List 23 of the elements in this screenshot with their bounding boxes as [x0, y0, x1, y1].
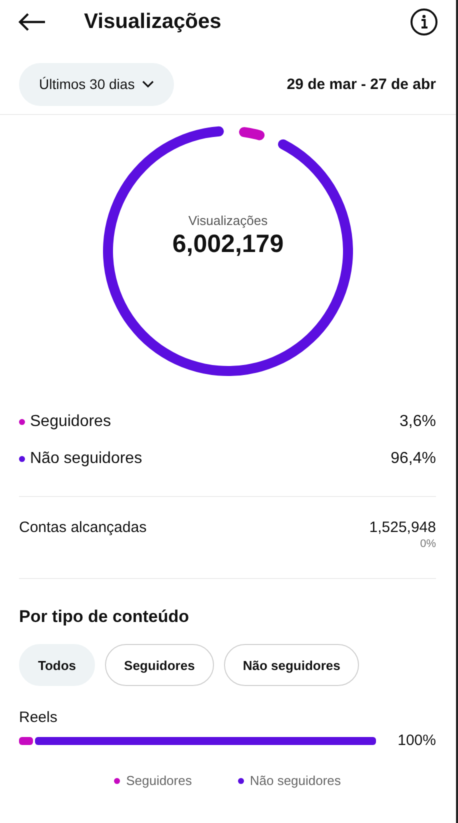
legend-value: 3,6% [400, 413, 436, 431]
legend-label: Seguidores [30, 413, 111, 431]
chevron-down-icon [142, 80, 154, 88]
filter-chip[interactable]: Não seguidores [224, 644, 360, 686]
legend-label: Não seguidores [250, 773, 341, 788]
page-title: Visualizações [84, 10, 222, 34]
section-heading: Por tipo de conteúdo [19, 607, 190, 627]
reach-label: Contas alcançadas [19, 519, 147, 538]
bar-value: 100% [398, 732, 436, 749]
reach-value: 1,525,948 [369, 519, 436, 536]
period-dropdown[interactable]: Últimos 30 dias [19, 62, 174, 106]
chart-label: Visualizações [188, 213, 268, 228]
date-range: 29 de mar - 27 de abr [286, 76, 436, 92]
info-icon[interactable] [410, 8, 438, 36]
back-arrow-icon[interactable] [18, 13, 46, 31]
legend-value: 96,4% [390, 450, 436, 468]
content-type-label: Reels [19, 709, 58, 726]
legend-label: Seguidores [126, 773, 192, 788]
legend-label: Não seguidores [30, 450, 142, 468]
filter-chip[interactable]: Todos [19, 644, 96, 686]
reach-change: 0% [420, 538, 436, 550]
filter-chip[interactable]: Seguidores [105, 644, 214, 686]
total-views: 6,002,179 [172, 230, 284, 259]
